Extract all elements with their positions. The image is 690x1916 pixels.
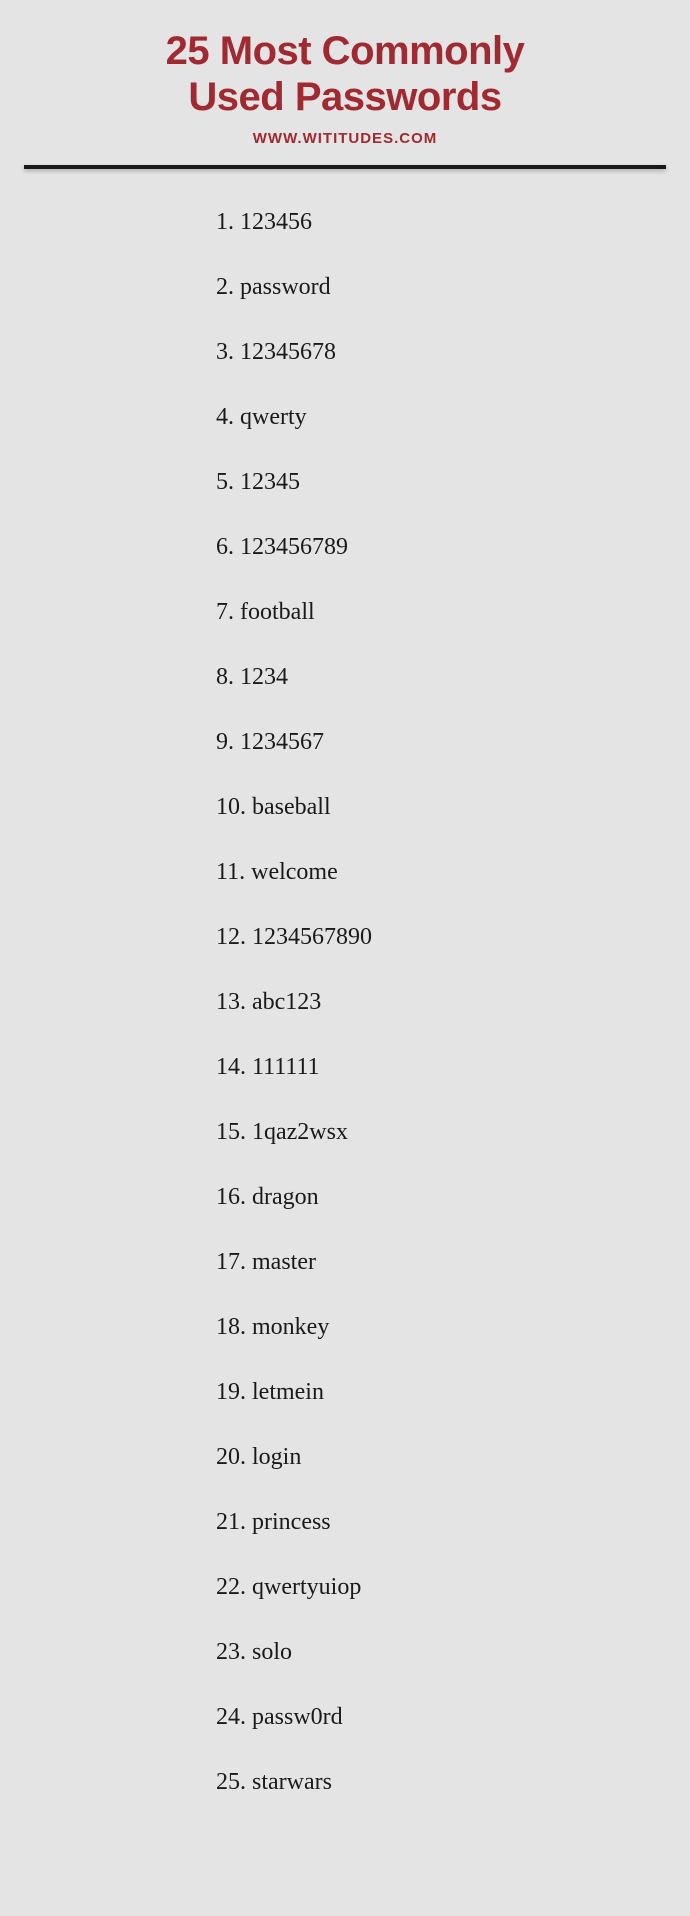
item-number: 11.: [216, 859, 245, 886]
item-number: 5.: [216, 469, 234, 496]
item-number: 16.: [216, 1184, 246, 1211]
item-text: 1234567890: [252, 924, 372, 951]
item-text: abc123: [252, 989, 321, 1016]
list-item: 19.letmein: [216, 1379, 690, 1406]
item-text: 1234567: [240, 729, 324, 756]
list-item: 2.password: [216, 274, 690, 301]
title-line-1: 25 Most Commonly: [0, 28, 690, 74]
password-list: 1.1234562.password3.123456784.qwerty5.12…: [0, 209, 690, 1796]
item-number: 22.: [216, 1574, 246, 1601]
list-item: 9.1234567: [216, 729, 690, 756]
item-text: login: [252, 1444, 301, 1471]
item-text: 123456: [240, 209, 312, 236]
item-text: passw0rd: [252, 1704, 343, 1731]
list-item: 4.qwerty: [216, 404, 690, 431]
item-number: 8.: [216, 664, 234, 691]
list-item: 6.123456789: [216, 534, 690, 561]
list-item: 15.1qaz2wsx: [216, 1119, 690, 1146]
item-text: welcome: [251, 859, 338, 886]
list-item: 14.111111: [216, 1054, 690, 1081]
item-number: 24.: [216, 1704, 246, 1731]
list-item: 3.12345678: [216, 339, 690, 366]
item-number: 23.: [216, 1639, 246, 1666]
item-number: 9.: [216, 729, 234, 756]
list-item: 16.dragon: [216, 1184, 690, 1211]
list-item: 5.12345: [216, 469, 690, 496]
item-text: 1234: [240, 664, 288, 691]
item-text: password: [240, 274, 331, 301]
item-text: monkey: [252, 1314, 329, 1341]
item-text: 123456789: [240, 534, 348, 561]
item-text: master: [252, 1249, 316, 1276]
item-number: 13.: [216, 989, 246, 1016]
item-number: 6.: [216, 534, 234, 561]
title-line-2: Used Passwords: [0, 74, 690, 120]
list-item: 10.baseball: [216, 794, 690, 821]
item-text: princess: [252, 1509, 331, 1536]
item-number: 12.: [216, 924, 246, 951]
item-number: 21.: [216, 1509, 246, 1536]
item-number: 4.: [216, 404, 234, 431]
item-number: 7.: [216, 599, 234, 626]
item-number: 19.: [216, 1379, 246, 1406]
list-item: 8.1234: [216, 664, 690, 691]
list-item: 20.login: [216, 1444, 690, 1471]
item-text: solo: [252, 1639, 292, 1666]
item-number: 20.: [216, 1444, 246, 1471]
item-number: 2.: [216, 274, 234, 301]
page-title: 25 Most Commonly Used Passwords: [0, 28, 690, 120]
item-text: 1qaz2wsx: [252, 1119, 348, 1146]
item-text: starwars: [252, 1769, 332, 1796]
site-url: WWW.WITITUDES.COM: [0, 130, 690, 147]
list-item: 13.abc123: [216, 989, 690, 1016]
item-number: 10.: [216, 794, 246, 821]
item-text: qwertyuiop: [252, 1574, 361, 1601]
list-item: 22.qwertyuiop: [216, 1574, 690, 1601]
list-item: 1.123456: [216, 209, 690, 236]
list-item: 21.princess: [216, 1509, 690, 1536]
item-text: qwerty: [240, 404, 307, 431]
item-text: 12345: [240, 469, 300, 496]
list-item: 12.1234567890: [216, 924, 690, 951]
list-item: 18.monkey: [216, 1314, 690, 1341]
item-text: 111111: [252, 1054, 320, 1081]
item-number: 18.: [216, 1314, 246, 1341]
item-text: football: [240, 599, 315, 626]
item-number: 1.: [216, 209, 234, 236]
item-number: 17.: [216, 1249, 246, 1276]
list-item: 7.football: [216, 599, 690, 626]
item-text: baseball: [252, 794, 331, 821]
item-text: dragon: [252, 1184, 319, 1211]
item-text: 12345678: [240, 339, 336, 366]
item-number: 14.: [216, 1054, 246, 1081]
list-item: 25.starwars: [216, 1769, 690, 1796]
item-number: 15.: [216, 1119, 246, 1146]
item-number: 3.: [216, 339, 234, 366]
list-item: 17.master: [216, 1249, 690, 1276]
item-text: letmein: [252, 1379, 324, 1406]
list-item: 23.solo: [216, 1639, 690, 1666]
list-item: 11.welcome: [216, 859, 690, 886]
divider: [24, 165, 666, 169]
header: 25 Most Commonly Used Passwords WWW.WITI…: [0, 0, 690, 147]
list-item: 24.passw0rd: [216, 1704, 690, 1731]
item-number: 25.: [216, 1769, 246, 1796]
